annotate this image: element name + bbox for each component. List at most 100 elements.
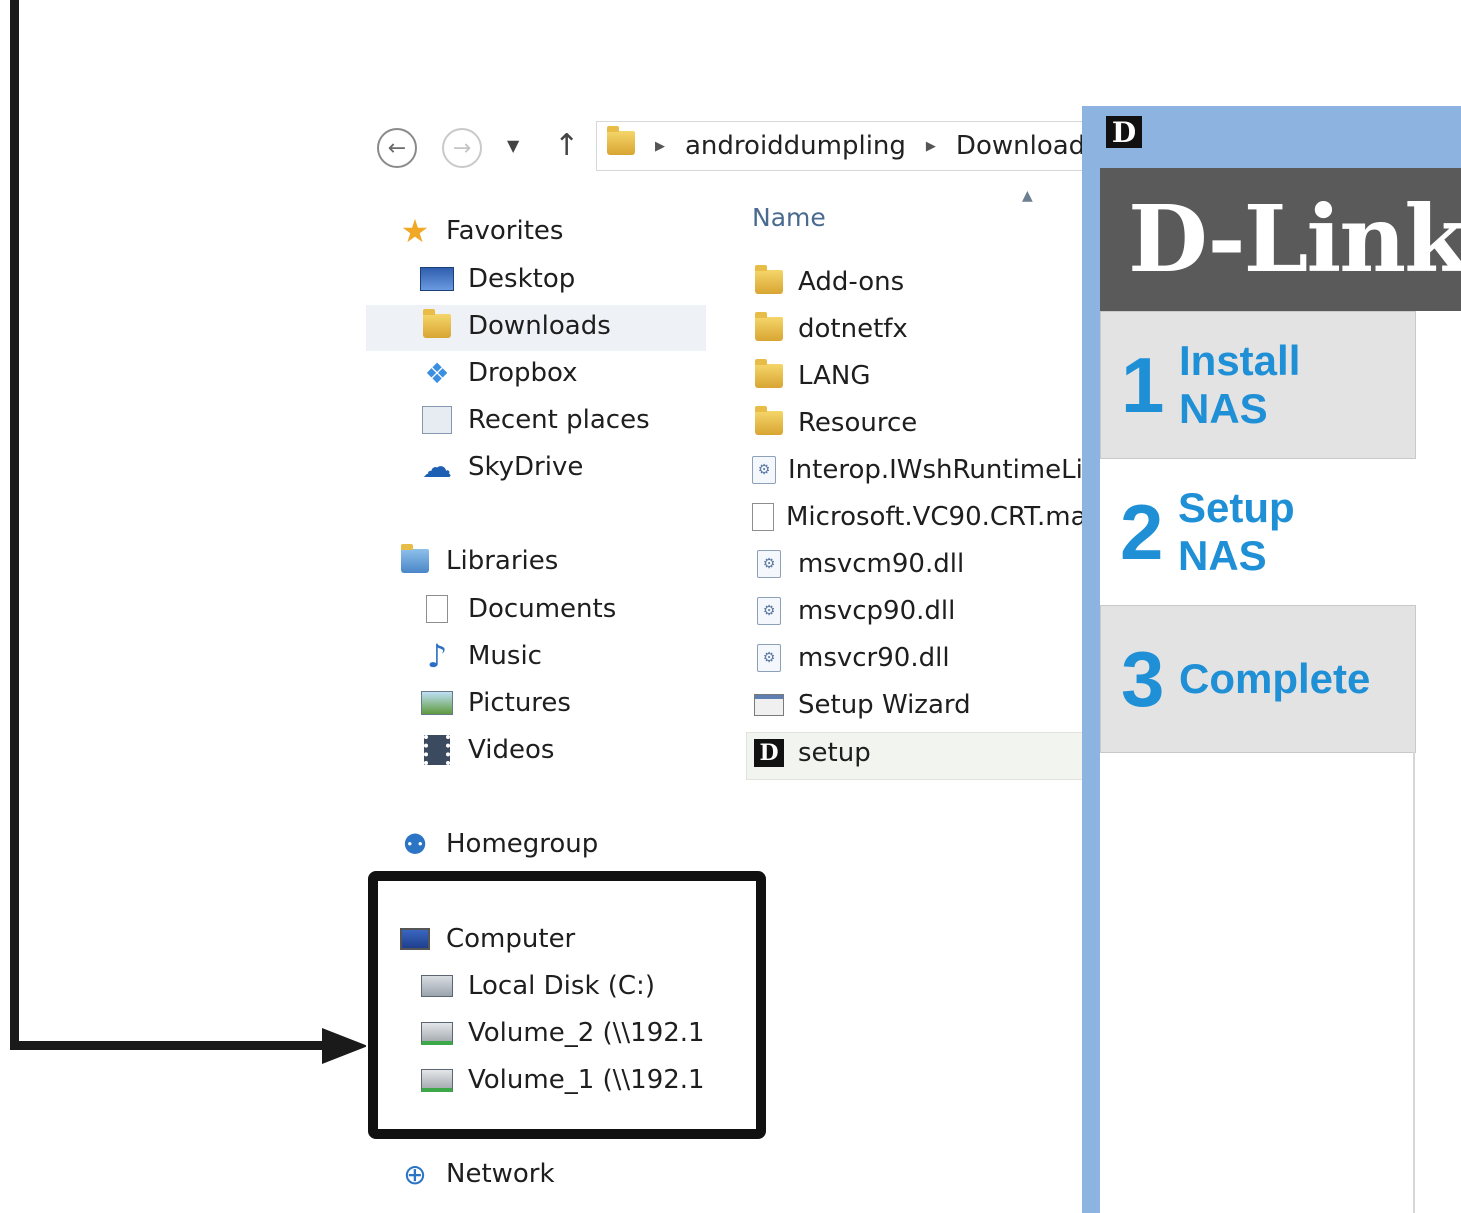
nav-item-videos[interactable]: Videos [420, 735, 554, 765]
file-name: dotnetfx [798, 314, 908, 344]
blank-file-icon [752, 501, 774, 533]
folder-icon [752, 312, 786, 345]
step-complete[interactable]: 3 Complete [1100, 605, 1416, 753]
file-row[interactable]: Add-ons [752, 265, 905, 298]
nav-label: Pictures [468, 688, 571, 718]
address-bar[interactable]: ▶ androiddumpling ▶ Downloads [596, 121, 1096, 171]
dll-file-icon: ⚙ [752, 595, 786, 627]
music-note-icon: ♪ [426, 637, 448, 675]
dlink-setup-icon: D [752, 737, 786, 769]
forward-button[interactable]: → [442, 128, 482, 168]
arrow-right-icon: → [452, 135, 472, 161]
homegroup-icon: ⚉ [402, 827, 428, 861]
cloud-icon: ☁ [422, 449, 452, 485]
step-number: 2 [1120, 487, 1164, 576]
nav-item-skydrive[interactable]: ☁ SkyDrive [420, 449, 584, 485]
file-row[interactable]: ⚙ Interop.IWshRuntimeLib [752, 454, 1086, 486]
network-icon: ⊕ [403, 1157, 427, 1191]
recent-places-icon [420, 405, 454, 435]
file-name: msvcr90.dll [798, 643, 950, 673]
breadcrumb-separator-icon: ▶ [925, 138, 936, 154]
file-row[interactable]: Setup Wizard [752, 689, 971, 721]
desktop-icon [420, 264, 454, 294]
folder-icon [752, 406, 786, 439]
nav-label: Videos [468, 735, 555, 765]
nav-item-documents[interactable]: Documents [420, 594, 616, 624]
callout-line [10, 0, 19, 1050]
pictures-icon [420, 688, 454, 718]
nav-label: Desktop [468, 264, 576, 294]
step-install-nas[interactable]: 1 Install NAS [1100, 311, 1416, 459]
step-label: Complete [1179, 655, 1371, 702]
arrow-up-icon: ↑ [554, 128, 580, 163]
file-name: Resource [798, 408, 918, 438]
breadcrumb-item[interactable]: Downloads [956, 131, 1095, 161]
nav-label: Dropbox [468, 358, 578, 388]
nav-libraries[interactable]: Libraries [398, 544, 559, 576]
nav-item-dropbox[interactable]: ❖ Dropbox [420, 356, 578, 390]
nav-item-downloads[interactable]: Downloads [420, 309, 611, 341]
installer-divider [1413, 752, 1415, 1213]
file-name: msvcm90.dll [798, 549, 965, 579]
file-name: msvcp90.dll [798, 596, 956, 626]
step-number: 1 [1121, 340, 1165, 429]
folder-icon [607, 125, 635, 162]
nav-item-desktop[interactable]: Desktop [420, 264, 575, 294]
file-row[interactable]: ⚙ msvcr90.dll [752, 642, 950, 674]
step-number: 3 [1121, 634, 1165, 723]
breadcrumb-item[interactable]: androiddumpling [685, 131, 906, 161]
nav-network[interactable]: ⊕ Network [398, 1157, 555, 1191]
nav-label: Downloads [468, 311, 611, 341]
file-name: Interop.IWshRuntimeLib [788, 455, 1086, 485]
callout-arrow-icon [322, 1028, 368, 1064]
libraries-icon [398, 544, 432, 576]
dll-file-icon: ⚙ [752, 548, 786, 580]
nav-label: Favorites [446, 216, 564, 246]
dll-file-icon: ⚙ [752, 454, 776, 486]
callout-line [10, 1041, 330, 1050]
nav-item-pictures[interactable]: Pictures [420, 688, 571, 718]
file-row[interactable]: dotnetfx [752, 312, 908, 345]
nav-homegroup[interactable]: ⚉ Homegroup [398, 827, 599, 861]
file-name: LANG [798, 361, 871, 391]
arrow-left-icon: ← [387, 135, 407, 161]
column-header-name[interactable]: Name [752, 203, 826, 232]
step-setup-nas[interactable]: 2 Setup NAS [1100, 459, 1416, 605]
file-row[interactable]: Resource [752, 406, 918, 439]
film-strip-icon [420, 735, 454, 765]
application-window-icon [752, 689, 786, 721]
file-row-selected[interactable]: D setup [752, 737, 871, 769]
recent-locations-button[interactable]: ▼ [507, 136, 519, 155]
nav-label: Recent places [468, 405, 650, 435]
file-name: Add-ons [798, 267, 905, 297]
chevron-down-icon: ▼ [507, 136, 520, 155]
file-row[interactable]: LANG [752, 359, 871, 392]
folder-icon [752, 359, 786, 392]
file-row[interactable]: Microsoft.VC90.CRT.ma [752, 501, 1086, 533]
nav-label: SkyDrive [468, 452, 584, 482]
sort-ascending-icon: ▲ [1022, 188, 1033, 204]
file-name: setup [798, 738, 871, 768]
file-name: Setup Wizard [798, 690, 971, 720]
star-icon: ★ [400, 212, 430, 250]
nav-label: Music [468, 641, 542, 671]
dropbox-icon: ❖ [424, 356, 450, 390]
nav-favorites[interactable]: ★ Favorites [398, 212, 564, 250]
nav-item-recent-places[interactable]: Recent places [420, 405, 650, 435]
back-button[interactable]: ← [377, 128, 417, 168]
file-row[interactable]: ⚙ msvcm90.dll [752, 548, 964, 580]
nav-label: Documents [468, 594, 617, 624]
file-name: Microsoft.VC90.CRT.ma [786, 502, 1086, 532]
nav-label: Homegroup [446, 829, 599, 859]
dlink-brand-banner: D-Link [1100, 168, 1461, 311]
nav-label: Libraries [446, 546, 559, 576]
up-button[interactable]: ↑ [554, 128, 579, 163]
step-label: Setup NAS [1178, 484, 1295, 579]
file-row[interactable]: ⚙ msvcp90.dll [752, 595, 955, 627]
downloads-folder-icon [420, 309, 454, 341]
nav-label: Network [446, 1159, 555, 1189]
dll-file-icon: ⚙ [752, 642, 786, 674]
folder-icon [752, 265, 786, 298]
nav-item-music[interactable]: ♪ Music [420, 637, 542, 675]
callout-highlight-box [368, 871, 766, 1139]
